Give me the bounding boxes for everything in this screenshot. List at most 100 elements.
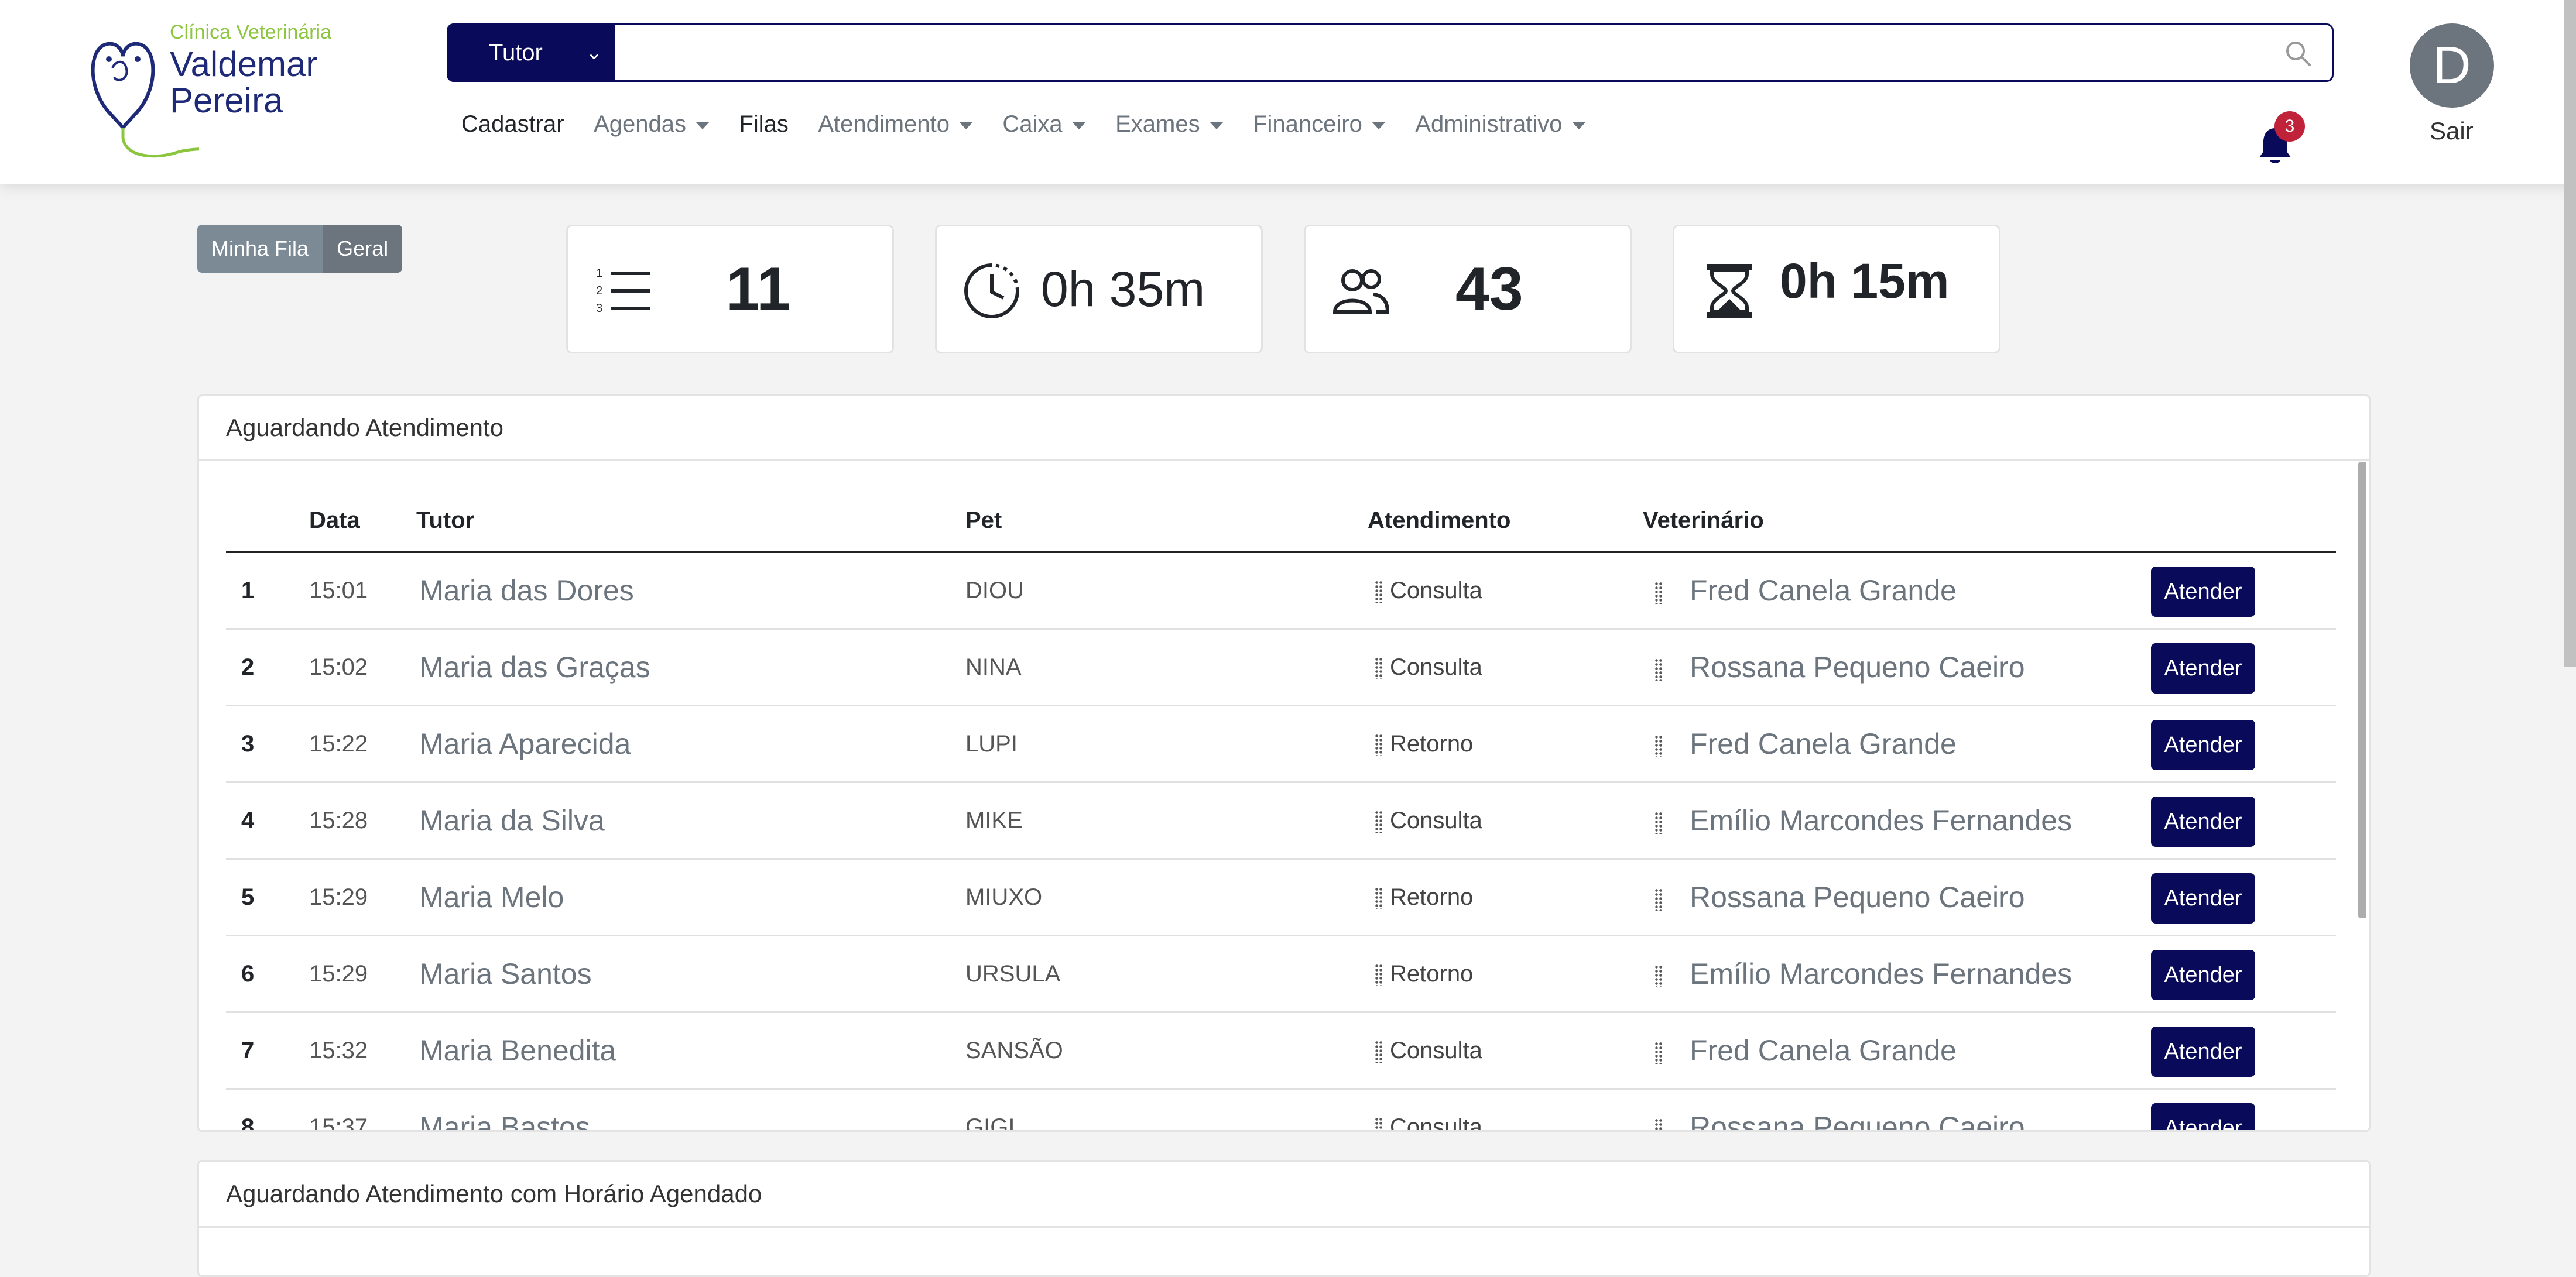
table-row[interactable]: 7 15:32 Maria Benedita SANSÃO Consulta F…	[226, 1013, 2336, 1090]
drag-handle-icon[interactable]	[1654, 1118, 1663, 1130]
row-veterinario: Rossana Pequeno Caeiro	[1654, 860, 2025, 935]
row-atendimento: Retorno	[1375, 936, 1473, 1011]
caret-down-icon	[696, 121, 710, 129]
drag-handle-icon[interactable]	[1375, 811, 1383, 833]
search-input[interactable]	[624, 25, 2242, 81]
caret-down-icon	[958, 121, 973, 129]
row-time: 15:01	[309, 578, 368, 603]
row-index: 2	[241, 654, 255, 680]
drag-handle-icon[interactable]	[1375, 581, 1383, 603]
row-atendimento-label: Retorno	[1390, 884, 1474, 910]
nav-caixa[interactable]: Caixa	[1002, 111, 1086, 138]
row-time: 15:22	[309, 731, 368, 757]
stat-elapsed-value: 0h 15m	[1780, 253, 1950, 308]
row-atendimento-label: Consulta	[1390, 1038, 1482, 1063]
th-tutor[interactable]: Tutor	[416, 507, 474, 534]
drag-handle-icon[interactable]	[1654, 734, 1663, 757]
chevron-down-icon: ⌄	[585, 42, 603, 64]
row-atendimento-label: Retorno	[1390, 731, 1474, 757]
nav-caixa-label: Caixa	[1002, 111, 1063, 137]
drag-handle-icon[interactable]	[1654, 658, 1663, 681]
search-icon[interactable]	[2284, 39, 2312, 67]
drag-handle-icon[interactable]	[1375, 734, 1383, 757]
row-time: 15:28	[309, 808, 368, 833]
nav-atendimento-label: Atendimento	[818, 111, 950, 137]
clock-icon	[964, 263, 1019, 318]
table-row[interactable]: 4 15:28 Maria da Silva MIKE Consulta Emí…	[226, 783, 2336, 860]
th-atendimento[interactable]: Atendimento	[1368, 507, 1510, 534]
search-bar: Tutor ⌄	[447, 23, 2334, 82]
row-veterinario: Fred Canela Grande	[1654, 553, 1957, 628]
atender-button[interactable]: Atender	[2151, 720, 2255, 770]
page-scrollbar[interactable]	[2564, 0, 2576, 667]
stat-card-wait: 0h 35m	[935, 225, 1263, 353]
nav-administrativo[interactable]: Administrativo	[1415, 111, 1586, 138]
stat-card-elapsed: 0h 15m	[1673, 225, 2000, 353]
row-atendimento: Retorno	[1375, 860, 1473, 935]
row-pet: MIKE	[965, 808, 1023, 833]
stat-wait-value: 0h 35m	[1041, 262, 1205, 317]
atender-button[interactable]: Atender	[2151, 567, 2255, 617]
nav-exames-label: Exames	[1115, 111, 1200, 137]
th-data[interactable]: Data	[309, 507, 360, 534]
nav-atendimento[interactable]: Atendimento	[818, 111, 973, 138]
row-time: 15:02	[309, 654, 368, 680]
row-pet: URSULA	[965, 961, 1061, 987]
notification-badge: 3	[2274, 111, 2305, 142]
row-atendimento-label: Consulta	[1390, 578, 1482, 603]
table-row[interactable]: 3 15:22 Maria Aparecida LUPI Retorno Fre…	[226, 706, 2336, 783]
row-atendimento: Consulta	[1375, 1090, 1482, 1132]
row-veterinario: Emílio Marcondes Fernandes	[1654, 783, 2072, 858]
atender-button[interactable]: Atender	[2151, 643, 2255, 694]
row-veterinario: Emílio Marcondes Fernandes	[1654, 936, 2072, 1011]
toggle-minha-fila[interactable]: Minha Fila	[197, 225, 323, 273]
th-pet[interactable]: Pet	[965, 507, 1002, 534]
atender-button[interactable]: Atender	[2151, 797, 2255, 847]
drag-handle-icon[interactable]	[1654, 581, 1663, 604]
drag-handle-icon[interactable]	[1375, 887, 1383, 910]
nav-agendas[interactable]: Agendas	[594, 111, 710, 138]
row-index: 7	[241, 1038, 255, 1063]
drag-handle-icon[interactable]	[1654, 1041, 1663, 1064]
nav-cadastrar[interactable]: Cadastrar	[461, 111, 564, 138]
atender-button[interactable]: Atender	[2151, 1103, 2255, 1130]
table-row[interactable]: 1 15:01 Maria das Dores DIOU Consulta Fr…	[226, 553, 2336, 630]
drag-handle-icon[interactable]	[1375, 657, 1383, 680]
th-veterinario[interactable]: Veterinário	[1643, 507, 1764, 534]
table-row[interactable]: 8 15:37 Maria Bastos GIGI Consulta Rossa…	[226, 1090, 2336, 1132]
nav-financeiro[interactable]: Financeiro	[1253, 111, 1386, 138]
nav-exames[interactable]: Exames	[1115, 111, 1224, 138]
svg-text:1: 1	[596, 267, 602, 280]
table-row[interactable]: 5 15:29 Maria Melo MIUXO Retorno Rossana…	[226, 860, 2336, 936]
drag-handle-icon[interactable]	[1654, 964, 1663, 987]
atender-button[interactable]: Atender	[2151, 950, 2255, 1000]
search-category-label: Tutor	[489, 40, 543, 66]
drag-handle-icon[interactable]	[1654, 888, 1663, 911]
drag-handle-icon[interactable]	[1375, 964, 1383, 987]
drag-handle-icon[interactable]	[1375, 1117, 1383, 1130]
toggle-geral[interactable]: Geral	[323, 225, 403, 273]
table-row[interactable]: 6 15:29 Maria Santos URSULA Retorno Emíl…	[226, 936, 2336, 1013]
people-icon	[1332, 269, 1390, 314]
nav-administrativo-label: Administrativo	[1415, 111, 1563, 137]
table-row[interactable]: 2 15:02 Maria das Graças NINA Consulta R…	[226, 630, 2336, 706]
row-pet: LUPI	[965, 731, 1018, 757]
logout-link[interactable]: Sair	[2430, 117, 2474, 145]
atender-button[interactable]: Atender	[2151, 873, 2255, 924]
row-atendimento-label: Consulta	[1390, 1114, 1482, 1132]
avatar[interactable]: D	[2410, 23, 2494, 108]
clinic-logo[interactable]: Clínica Veterinária Valdemar Pereira	[82, 21, 351, 162]
drag-handle-icon[interactable]	[1375, 1041, 1383, 1063]
stat-queue-value: 11	[726, 255, 790, 323]
atender-button[interactable]: Atender	[2151, 1027, 2255, 1077]
nav-filas[interactable]: Filas	[739, 111, 788, 138]
caret-down-icon	[1571, 121, 1586, 129]
stat-patients-value: 43	[1455, 255, 1523, 323]
stat-card-queue: 1 2 3 11	[566, 225, 894, 353]
svg-text:3: 3	[596, 302, 602, 315]
row-atendimento: Consulta	[1375, 783, 1482, 858]
panel-scrollbar[interactable]	[2358, 462, 2366, 918]
search-category-select[interactable]: Tutor ⌄	[447, 23, 615, 82]
drag-handle-icon[interactable]	[1654, 811, 1663, 834]
row-pet: GIGI	[965, 1114, 1015, 1132]
